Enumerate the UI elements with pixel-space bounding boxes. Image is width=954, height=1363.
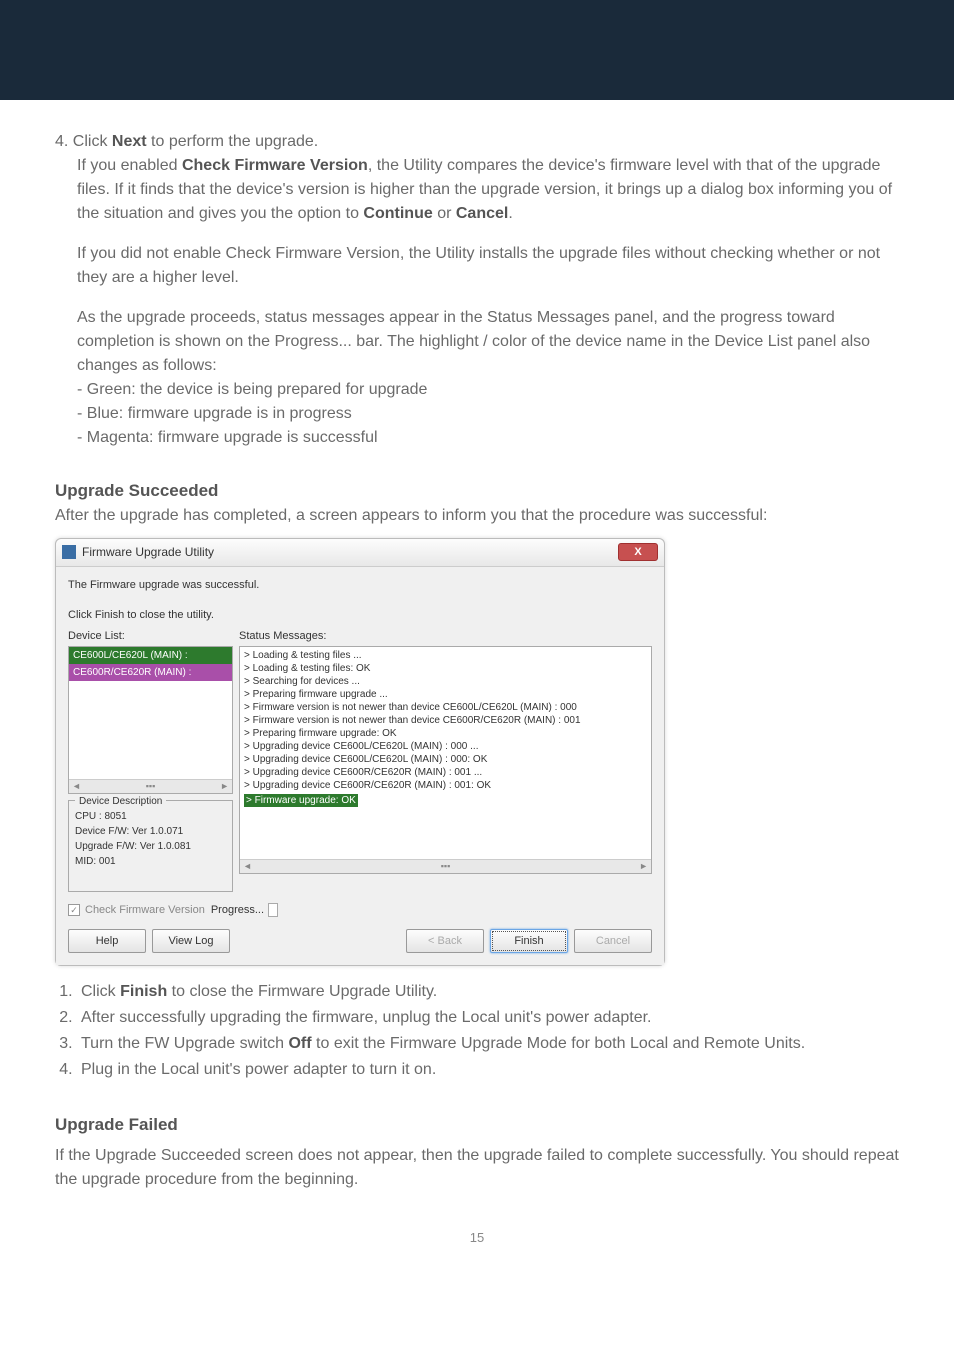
device-list-scrollbar[interactable]: ◄ ▪▪▪ ► [69, 779, 232, 793]
desc-upfw: Upgrade F/W: Ver 1.0.081 [75, 839, 226, 854]
device-desc-legend: Device Description [75, 794, 166, 809]
page-content: 4. Click Next to perform the upgrade. If… [0, 100, 954, 1287]
status-line: > Upgrading device CE600L/CE620L (MAIN) … [244, 753, 647, 766]
upgrade-succeeded-intro: After the upgrade has completed, a scree… [55, 504, 899, 528]
step4-p3: As the upgrade proceeds, status messages… [77, 306, 899, 378]
status-messages-label: Status Messages: [239, 628, 652, 645]
scroll-right-icon[interactable]: ► [639, 860, 648, 874]
close-button[interactable]: X [618, 543, 658, 561]
page-number: 15 [55, 1228, 899, 1248]
status-line: > Upgrading device CE600R/CE620R (MAIN) … [244, 766, 647, 779]
next-bold: Next [112, 133, 147, 150]
checkmark-icon: ✓ [70, 904, 78, 918]
status-line: > Preparing firmware upgrade: OK [244, 727, 647, 740]
finish-button[interactable]: Finish [490, 929, 568, 954]
scroll-thumb[interactable]: ▪▪▪ [146, 780, 156, 794]
upgrade-failed-body: If the Upgrade Succeeded screen does not… [55, 1144, 899, 1192]
step4-prefix: 4. Click [55, 133, 112, 150]
scroll-thumb[interactable]: ▪▪▪ [441, 860, 451, 874]
check-firmware-label: Check Firmware Version [85, 902, 205, 919]
progress-label: Progress... [211, 902, 264, 919]
device-description-group: Device Description CPU : 8051 Device F/W… [68, 800, 233, 892]
p1e: or [433, 205, 456, 222]
p1g: . [508, 205, 512, 222]
dialog-title: Firmware Upgrade Utility [82, 543, 214, 561]
firmware-dialog: Firmware Upgrade Utility X The Firmware … [55, 538, 665, 967]
device-list-column: CE600L/CE620L (MAIN) : CE600R/CE620R (MA… [68, 646, 233, 892]
finish-bold: Finish [120, 983, 167, 1000]
continue-bold: Continue [363, 205, 432, 222]
help-button[interactable]: Help [68, 929, 146, 954]
final-step-4: Plug in the Local unit's power adapter t… [77, 1058, 899, 1082]
status-line: > Loading & testing files ... [244, 649, 647, 662]
check-fw-bold: Check Firmware Version [182, 157, 368, 174]
step4-suffix: to perform the upgrade. [147, 133, 319, 150]
device-list-label: Device List: [68, 628, 233, 645]
success-msg: The Firmware upgrade was successful. [68, 577, 652, 594]
upgrade-succeeded-heading: Upgrade Succeeded [55, 478, 899, 504]
device-item-0[interactable]: CE600L/CE620L (MAIN) : [69, 647, 232, 664]
scroll-right-icon[interactable]: ► [220, 780, 229, 794]
device-list-box[interactable]: CE600L/CE620L (MAIN) : CE600R/CE620R (MA… [68, 646, 233, 794]
check-firmware-checkbox[interactable]: ✓ [68, 904, 80, 916]
progress-bar [268, 903, 278, 917]
s1a: Click [81, 983, 120, 1000]
buttons-row: Help View Log < Back Finish Cancel [68, 929, 652, 954]
status-line: > Preparing firmware upgrade ... [244, 688, 647, 701]
desc-mid: MID: 001 [75, 854, 226, 869]
scroll-left-icon[interactable]: ◄ [243, 860, 252, 874]
top-banner [0, 0, 954, 100]
cancel-button[interactable]: Cancel [574, 929, 652, 954]
scroll-left-icon[interactable]: ◄ [72, 780, 81, 794]
status-line: > Loading & testing files: OK [244, 662, 647, 675]
status-line: > Firmware version is not newer than dev… [244, 701, 647, 714]
status-line-highlight: > Firmware upgrade: OK [244, 794, 358, 807]
status-scrollbar[interactable]: ◄ ▪▪▪ ► [240, 859, 651, 873]
final-step-3: Turn the FW Upgrade switch Off to exit t… [77, 1032, 899, 1056]
status-line: > Upgrading device CE600R/CE620R (MAIN) … [244, 779, 647, 792]
final-steps: Click Finish to close the Firmware Upgra… [55, 980, 899, 1082]
p1a: If you enabled [77, 157, 182, 174]
upgrade-failed-heading: Upgrade Failed [55, 1112, 899, 1138]
dialog-body: The Firmware upgrade was successful. Cli… [56, 567, 664, 966]
back-button[interactable]: < Back [406, 929, 484, 954]
final-step-1: Click Finish to close the Firmware Upgra… [77, 980, 899, 1004]
step4-line1: 4. Click Next to perform the upgrade. [77, 130, 899, 154]
bullet-green: - Green: the device is being prepared fo… [77, 378, 899, 402]
cancel-bold: Cancel [456, 205, 508, 222]
status-line: > Upgrading device CE600L/CE620L (MAIN) … [244, 740, 647, 753]
bullet-blue: - Blue: firmware upgrade is in progress [77, 402, 899, 426]
desc-cpu: CPU : 8051 [75, 809, 226, 824]
step4-p2: If you did not enable Check Firmware Ver… [77, 242, 899, 290]
viewlog-button[interactable]: View Log [152, 929, 230, 954]
step4-p1: If you enabled Check Firmware Version, t… [77, 154, 899, 226]
step4-paragraphs: If you enabled Check Firmware Version, t… [77, 154, 899, 450]
finish-msg: Click Finish to close the utility. [68, 607, 652, 624]
dialog-columns: CE600L/CE620L (MAIN) : CE600R/CE620R (MA… [68, 646, 652, 892]
status-line: > Searching for devices ... [244, 675, 647, 688]
options-row: ✓ Check Firmware Version Progress... [68, 902, 652, 919]
status-column: > Loading & testing files ... > Loading … [239, 646, 652, 892]
final-step-2: After successfully upgrading the firmwar… [77, 1006, 899, 1030]
s1c: to close the Firmware Upgrade Utility. [167, 983, 437, 1000]
dialog-titlebar: Firmware Upgrade Utility X [56, 539, 664, 567]
status-line: > Firmware version is not newer than dev… [244, 714, 647, 727]
status-messages-box[interactable]: > Loading & testing files ... > Loading … [239, 646, 652, 874]
dialog-screenshot: Firmware Upgrade Utility X The Firmware … [55, 538, 899, 967]
app-icon [62, 545, 76, 559]
desc-devfw: Device F/W: Ver 1.0.071 [75, 824, 226, 839]
device-item-1[interactable]: CE600R/CE620R (MAIN) : [69, 664, 232, 681]
s3a: Turn the FW Upgrade switch [81, 1035, 288, 1052]
off-bold: Off [288, 1035, 311, 1052]
s3c: to exit the Firmware Upgrade Mode for bo… [312, 1035, 806, 1052]
bullet-magenta: - Magenta: firmware upgrade is successfu… [77, 426, 899, 450]
